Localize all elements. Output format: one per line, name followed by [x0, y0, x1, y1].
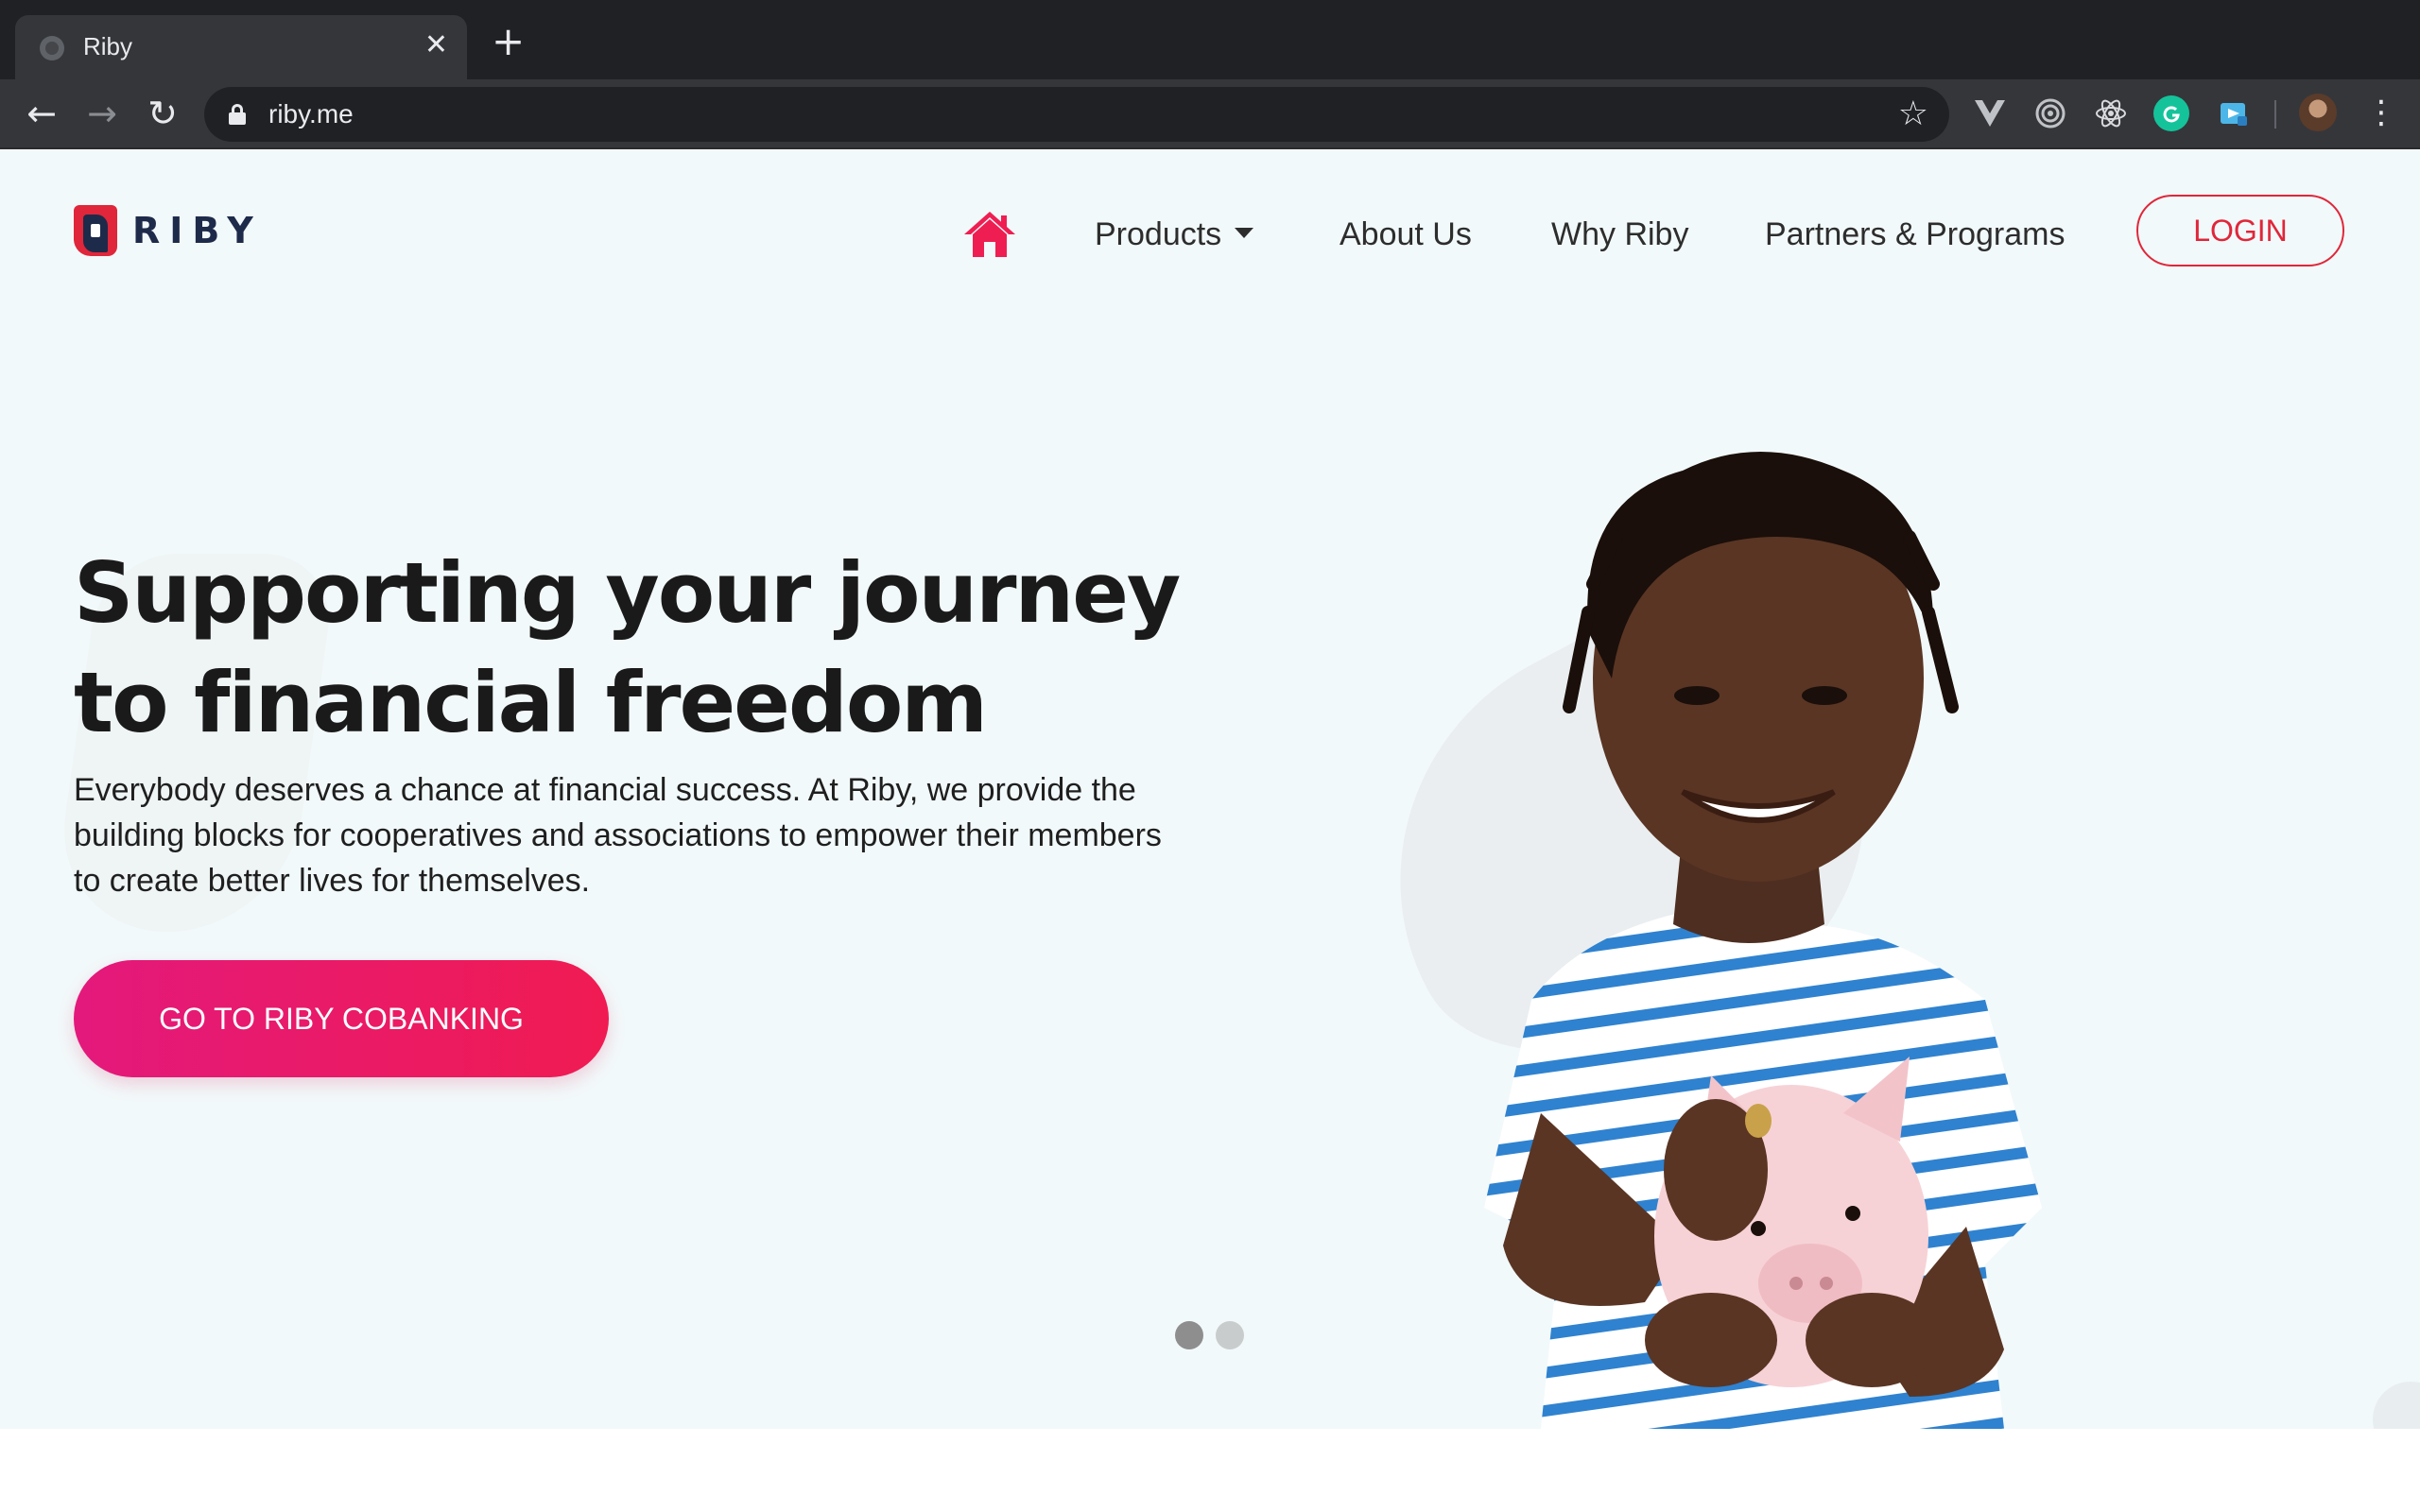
riby-logo[interactable]: RIBY [74, 204, 263, 257]
nav-why-riby[interactable]: Why Riby [1551, 208, 1688, 261]
grammarly-icon[interactable] [2153, 95, 2189, 131]
browser-menu-icon[interactable]: ⋮ [2365, 96, 2397, 134]
page: RIBY Products About Us Why Riby Partners… [0, 149, 2420, 1429]
hero-title: Supporting your journey to financial fre… [74, 539, 1208, 758]
toolbar-separator [2274, 100, 2276, 129]
logo-text: RIBY [132, 210, 263, 251]
page-bottom-area [0, 1429, 2420, 1512]
bookmark-star-icon[interactable]: ☆ [1898, 93, 1928, 136]
url-text[interactable]: riby.me [268, 99, 354, 129]
cobanking-cta-button[interactable]: GO TO RIBY COBANKING [74, 960, 609, 1077]
nav-products[interactable]: Products [1095, 208, 1254, 261]
nav-products-label: Products [1095, 216, 1222, 252]
address-bar[interactable]: riby.me ☆ [204, 87, 1949, 142]
carousel-dot-2[interactable] [1216, 1321, 1244, 1349]
browser-tabstrip: Riby ✕ + [0, 0, 2420, 79]
nav-partners-programs[interactable]: Partners & Programs [1765, 208, 2065, 261]
browser-toolbar: ← → ↻ riby.me ☆ ⋮ [0, 79, 2420, 149]
react-devtools-icon[interactable] [2093, 95, 2129, 131]
forward-icon[interactable]: → [81, 93, 123, 134]
hero-subtitle: Everybody deserves a chance at financial… [74, 772, 1162, 899]
riby-logo-icon [74, 205, 117, 256]
decorative-circle [2373, 1382, 2420, 1429]
vuejs-devtools-icon[interactable] [1972, 95, 2008, 131]
nav-about-us[interactable]: About Us [1340, 208, 1472, 261]
browser-tab[interactable]: Riby ✕ [15, 15, 467, 79]
hero-title-line-2: to financial freedom [74, 654, 988, 751]
hero-title-line-1: Supporting your journey [74, 544, 1181, 642]
close-icon[interactable]: ✕ [424, 28, 448, 62]
tab-title: Riby [83, 32, 133, 60]
globe-icon [40, 36, 64, 60]
login-button[interactable]: LOGIN [2136, 195, 2344, 266]
chevron-down-icon [1235, 227, 1254, 238]
back-icon[interactable]: ← [21, 93, 62, 134]
girl-with-piggy-bank-image [1484, 452, 2042, 1429]
reload-icon[interactable]: ↻ [142, 93, 183, 134]
profile-avatar[interactable] [2299, 94, 2337, 131]
screencast-icon[interactable] [2216, 95, 2252, 131]
target-icon[interactable] [2032, 95, 2068, 131]
lock-icon [229, 104, 246, 125]
home-icon[interactable] [962, 210, 1017, 259]
new-tab-button[interactable]: + [492, 22, 525, 61]
carousel-dot-1[interactable] [1175, 1321, 1203, 1349]
